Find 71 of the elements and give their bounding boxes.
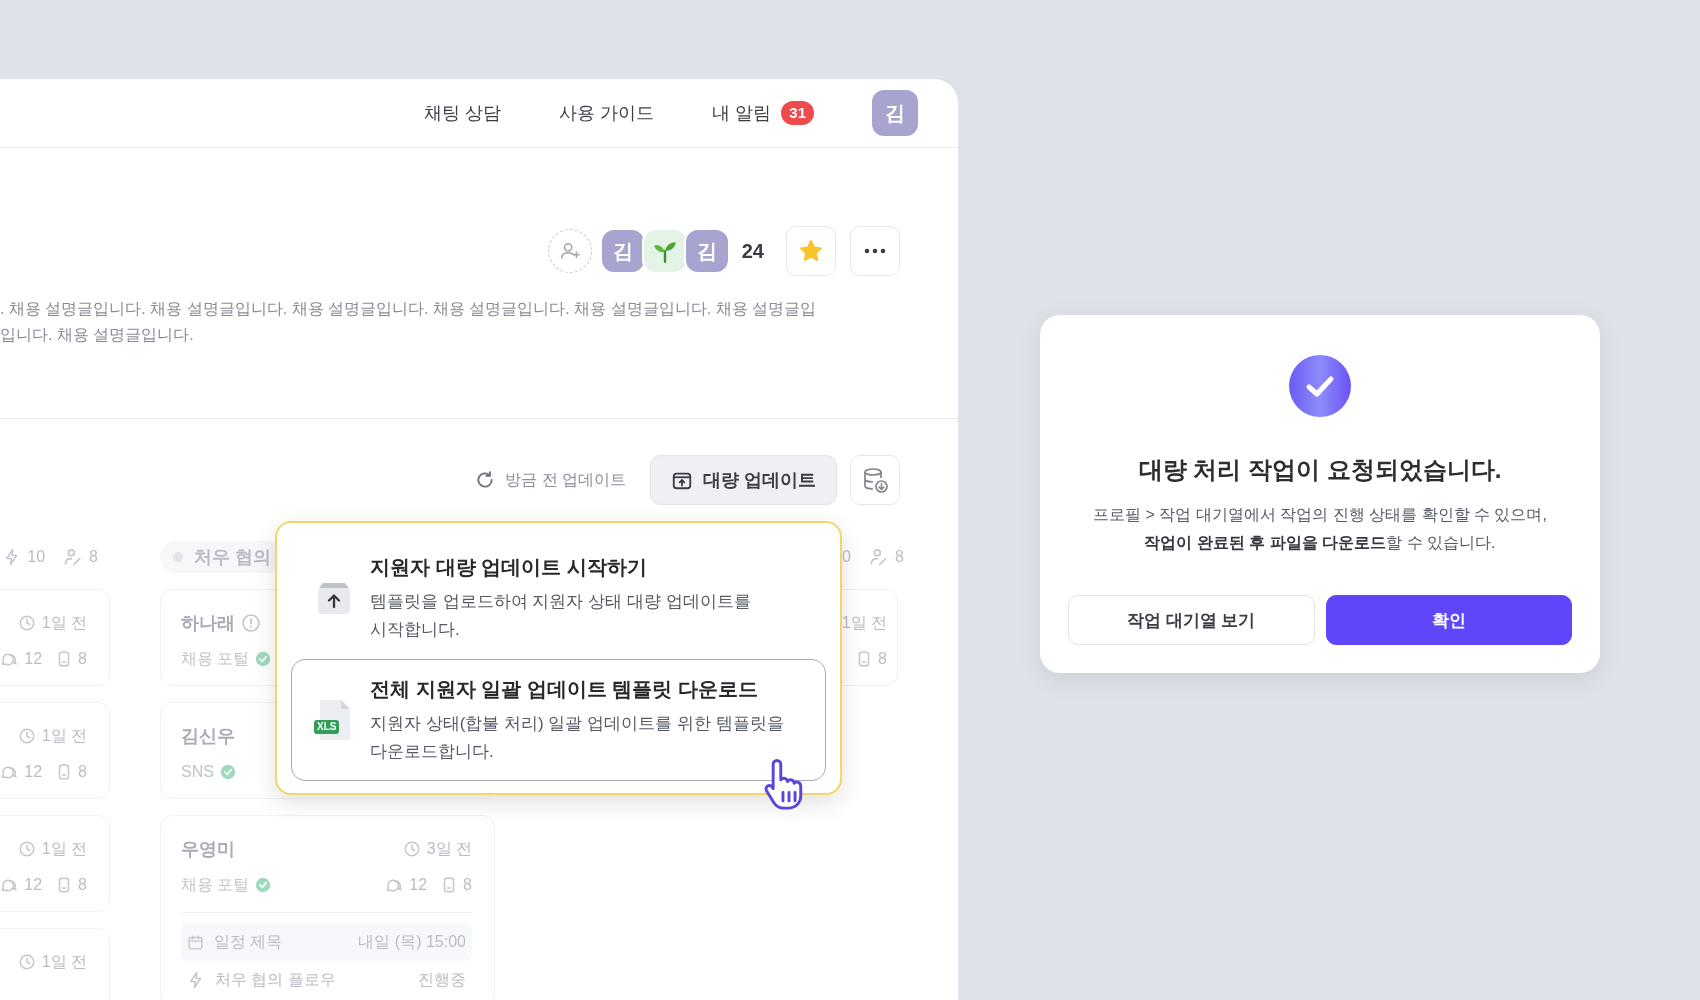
elapsed-time: 1일 전 [41,613,87,633]
bulk-update-button[interactable]: 대량 업데이트 [650,455,837,505]
favorite-button[interactable] [786,226,836,276]
contact-count: 8 [78,875,87,895]
last-updated-text: 방금 전 업데이트 [505,469,626,490]
description-text: . 채용 설명글입니다. 채용 설명글입니다. 채용 설명글입니다. 채용 설명글입니다. 채용 설명글입니다. 채용 설명글입 [0,299,817,319]
column-stat: 8 [89,548,98,566]
member-count: 24 [741,239,764,263]
schedule-title: 일정 제목 [214,932,283,952]
person-slash-icon [868,547,889,567]
column-stat: 0 [842,548,851,566]
member-avatar: 김 [599,228,646,274]
comment-count: 12 [24,649,43,669]
source-label: 채용 포털 [181,875,250,895]
elapsed-time: 1일 전 [841,613,887,633]
clock-icon [17,953,36,971]
source-label: 채용 포털 [181,649,250,669]
dialog-message: 작업이 완료된 후 파일을 다운로드할 수 있습니다. [1143,533,1497,553]
comment-count: 12 [24,762,43,782]
database-download-button[interactable] [850,455,900,505]
clock-icon [402,840,421,858]
file-type-label: XLS [314,720,340,734]
flow-name: 처우 협의 플로우 [215,970,336,990]
menu-item-title: 전체 지원자 일괄 업데이트 템플릿 다운로드 [370,677,759,702]
contact-count: 8 [463,875,472,895]
comment-count: 12 [409,875,428,895]
dialog-message: 프로필 > 작업 대기열에서 작업의 진행 상태를 확인할 수 있으며, [1092,505,1548,525]
source-label: SNS [181,762,214,782]
star-icon [798,238,824,264]
comment-count: 12 [24,875,43,895]
schedule-time: 내일 (목) 15:00 [358,932,466,952]
nav-link[interactable]: 사용 가이드 [559,101,655,125]
chat-bubbles-icon [0,876,19,894]
calendar-icon [187,933,204,951]
chat-bubbles-icon [0,763,19,781]
nav-link[interactable]: 내 알림 [712,101,772,125]
column-stat: 10 [27,548,46,566]
dialog-title: 대량 처리 작업이 요청되었습니다. [1137,455,1503,485]
candidate-name: 우영미 [181,838,235,860]
flow-status: 진행중 [418,970,466,990]
elapsed-time: 1일 전 [41,839,87,859]
confirm-button[interactable]: 확인 [1325,595,1572,645]
clock-icon [17,614,36,632]
clock-icon [17,840,36,858]
elapsed-time: 1일 전 [41,952,87,972]
chat-bubbles-icon [385,876,404,894]
notification-count-badge: 31 [781,101,814,125]
contact-count: 8 [78,649,87,669]
candidate-name: 하나래 [181,612,235,634]
success-check-icon [1289,355,1351,417]
menu-item-title: 지원자 대량 업데이트 시작하기 [370,555,648,580]
clock-icon [17,727,36,745]
person-plus-icon [558,240,581,262]
column-stat: 8 [894,548,904,566]
chat-bubbles-icon [0,650,19,668]
contact-count: 8 [878,649,887,669]
nav-link[interactable]: 채팅 상담 [424,101,502,125]
elapsed-time: 1일 전 [41,726,87,746]
stage-title: 처우 협의 [194,546,271,569]
elapsed-time: 3일 전 [426,839,472,859]
database-download-icon [861,466,889,494]
candidate-name: 김신우 [181,725,235,747]
menu-item-description: 템플릿을 업로드하여 지원자 상태 대량 업데이트를 시작합니다. [370,591,752,641]
more-button[interactable] [850,226,900,276]
view-queue-button[interactable]: 작업 대기열 보기 [1068,595,1315,645]
menu-item-description: 지원자 상태(합불 처리) 일괄 업데이트를 위한 템플릿을 다운로드합니다. [370,713,785,763]
contact-count: 8 [78,762,87,782]
description-text: 입니다. 채용 설명글입니다. [0,325,195,345]
member-avatar: 김 [683,228,730,274]
menu-item[interactable]: 지원자 대량 업데이트 시작하기 템플릿을 업로드하여 지원자 상태 대량 업데이트를 시작합니다. [291,535,826,659]
more-icon [864,248,886,254]
